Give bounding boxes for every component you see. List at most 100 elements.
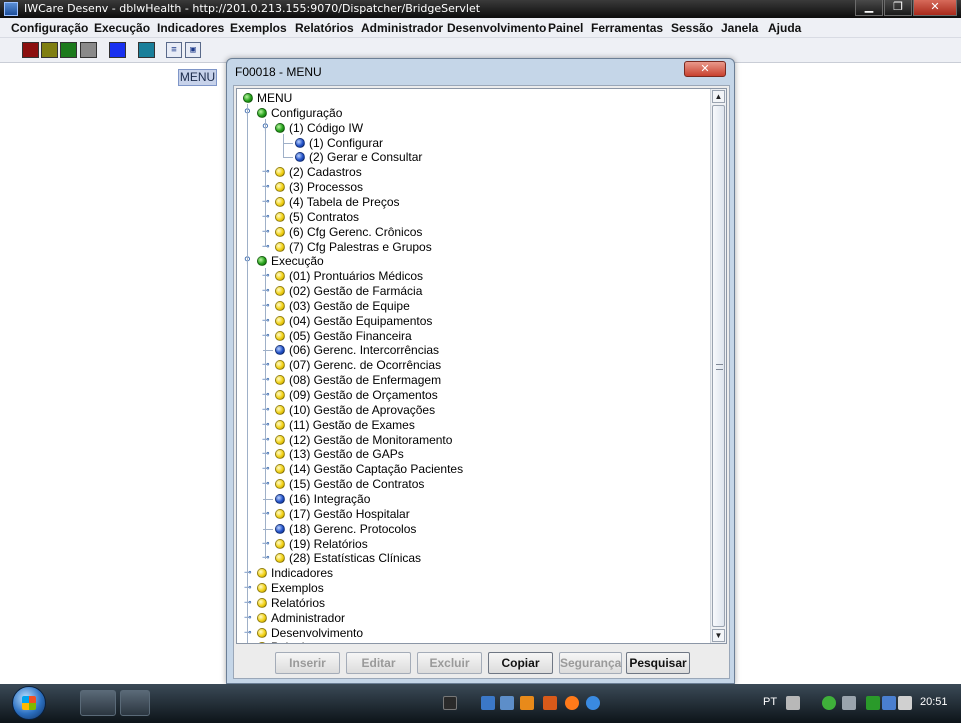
menu-desenvolvimento[interactable]: Desenvolvimento bbox=[447, 21, 546, 35]
start-button[interactable] bbox=[12, 686, 46, 720]
menu-administrador[interactable]: Administrador bbox=[361, 21, 443, 35]
scroll-thumb[interactable] bbox=[712, 105, 725, 627]
collapsed-handle-icon[interactable]: ⊸ bbox=[262, 183, 271, 192]
tree-node[interactable]: ⊸ Indicadores bbox=[237, 566, 707, 581]
volume-icon[interactable] bbox=[898, 696, 912, 710]
collapsed-handle-icon[interactable]: ⊸ bbox=[262, 391, 271, 400]
tree-node[interactable]: (18) Gerenc. Protocolos bbox=[237, 522, 707, 537]
tree-node[interactable]: ⊸ Relatórios bbox=[237, 596, 707, 611]
close-button[interactable]: ✕ bbox=[913, 0, 957, 16]
tree-node[interactable]: (2) Gerar e Consultar bbox=[237, 150, 707, 165]
menu-sessao[interactable]: Sessão bbox=[671, 21, 713, 35]
desktop-icon[interactable] bbox=[481, 696, 495, 710]
language-indicator[interactable]: PT bbox=[763, 696, 777, 708]
collapsed-handle-icon[interactable]: ⊸ bbox=[262, 480, 271, 489]
menu-configuracao[interactable]: Configuração bbox=[11, 21, 88, 35]
tree-node[interactable]: ⊸ (02) Gestão de Farmácia bbox=[237, 284, 707, 299]
keyboard-icon[interactable] bbox=[786, 696, 800, 710]
tree-view-icon[interactable]: ≡ bbox=[166, 42, 182, 58]
expanded-handle-icon[interactable]: ⚲ bbox=[244, 257, 253, 266]
dialog-close-button[interactable]: ✕ bbox=[684, 61, 726, 77]
color-swatch-5[interactable] bbox=[109, 42, 126, 58]
tree-node[interactable]: ⊸ (3) Processos bbox=[237, 180, 707, 195]
tree-node[interactable]: ⊸ Exemplos bbox=[237, 581, 707, 596]
firefox-icon[interactable] bbox=[565, 696, 579, 710]
collapsed-handle-icon[interactable]: ⊸ bbox=[244, 569, 253, 578]
copiar-button[interactable]: Copiar bbox=[488, 652, 553, 674]
menu-ferramentas[interactable]: Ferramentas bbox=[591, 21, 663, 35]
taskbar-app-window[interactable] bbox=[120, 690, 150, 716]
collapsed-handle-icon[interactable]: ⊸ bbox=[262, 554, 271, 563]
security-icon[interactable] bbox=[822, 696, 836, 710]
vertical-scrollbar[interactable]: ▲ ▼ bbox=[710, 89, 726, 643]
collapsed-handle-icon[interactable]: ⊸ bbox=[262, 509, 271, 518]
menu-exemplos[interactable]: Exemplos bbox=[230, 21, 287, 35]
desktop-menu-label[interactable]: MENU bbox=[178, 69, 217, 86]
color-swatch-4[interactable] bbox=[80, 42, 97, 58]
tree-node[interactable]: ⊸ (14) Gestão Captação Pacientes bbox=[237, 462, 707, 477]
tree-node[interactable]: ⊸Painel bbox=[237, 640, 707, 643]
tree-node[interactable]: (1) Configurar bbox=[237, 136, 707, 151]
cascade-windows-icon[interactable]: ▣ bbox=[185, 42, 201, 58]
tree-node[interactable]: (06) Gerenc. Intercorrências bbox=[237, 343, 707, 358]
menu-janela[interactable]: Janela bbox=[721, 21, 758, 35]
tray-app-icon[interactable] bbox=[842, 696, 856, 710]
menu-indicadores[interactable]: Indicadores bbox=[157, 21, 224, 35]
media-player-icon[interactable] bbox=[520, 696, 534, 710]
minimize-button[interactable]: ▁ bbox=[855, 0, 883, 16]
collapsed-handle-icon[interactable]: ⊸ bbox=[262, 287, 271, 296]
taskbar-app-java[interactable] bbox=[80, 690, 116, 716]
inserir-button[interactable]: Inserir bbox=[275, 652, 340, 674]
tree-node[interactable]: ⊸ (15) Gestão de Contratos bbox=[237, 477, 707, 492]
collapsed-handle-icon[interactable]: ⊸ bbox=[262, 272, 271, 281]
collapsed-handle-icon[interactable]: ⊸ bbox=[262, 450, 271, 459]
seguranca-button[interactable]: Segurança bbox=[559, 652, 622, 674]
tree-node[interactable]: ⊸ (5) Contratos bbox=[237, 210, 707, 225]
collapsed-handle-icon[interactable]: ⊸ bbox=[262, 168, 271, 177]
collapsed-handle-icon[interactable]: ⊸ bbox=[262, 242, 271, 251]
collapsed-handle-icon[interactable]: ⊸ bbox=[262, 405, 271, 414]
tree-node[interactable]: ⊸ (11) Gestão de Exames bbox=[237, 418, 707, 433]
expanded-handle-icon[interactable]: ⚲ bbox=[244, 108, 253, 117]
tree-node[interactable]: ⊸ (6) Cfg Gerenc. Crônicos bbox=[237, 225, 707, 240]
tree-node[interactable]: ⊸ (4) Tabela de Preços bbox=[237, 195, 707, 210]
tree-node[interactable]: ⚲ Execução bbox=[237, 254, 707, 269]
tree-node[interactable]: ⊸ (07) Gerenc. de Ocorrências bbox=[237, 358, 707, 373]
menu-execucao[interactable]: Execução bbox=[94, 21, 150, 35]
collapsed-handle-icon[interactable]: ⊸ bbox=[262, 465, 271, 474]
expanded-handle-icon[interactable]: ⚲ bbox=[262, 123, 271, 132]
scroll-up-arrow-icon[interactable]: ▲ bbox=[712, 90, 725, 103]
color-swatch-6[interactable] bbox=[138, 42, 155, 58]
tree-node[interactable]: ⊸ (03) Gestão de Equipe bbox=[237, 299, 707, 314]
maximize-button[interactable]: ❐ bbox=[884, 0, 912, 16]
tree-node[interactable]: ⊸ (12) Gestão de Monitoramento bbox=[237, 433, 707, 448]
tree-node[interactable]: ⊸ (28) Estatísticas Clínicas bbox=[237, 551, 707, 566]
tree-node[interactable]: ⊸ (05) Gestão Financeira bbox=[237, 329, 707, 344]
menu-relatorios[interactable]: Relatórios bbox=[295, 21, 354, 35]
collapsed-handle-icon[interactable]: ⊸ bbox=[262, 316, 271, 325]
tree-node[interactable]: ⊸ Administrador bbox=[237, 611, 707, 626]
collapsed-handle-icon[interactable]: ⊸ bbox=[262, 301, 271, 310]
scroll-down-arrow-icon[interactable]: ▼ bbox=[712, 629, 725, 642]
menu-ajuda[interactable]: Ajuda bbox=[768, 21, 801, 35]
tree-node[interactable]: ⊸ (04) Gestão Equipamentos bbox=[237, 314, 707, 329]
tree-node[interactable]: ⚲ (1) Código IW bbox=[237, 121, 707, 136]
tree-node[interactable]: MENU bbox=[237, 91, 707, 106]
tree-node[interactable]: ⊸ (13) Gestão de GAPs bbox=[237, 447, 707, 462]
collapsed-handle-icon[interactable]: ⊸ bbox=[262, 197, 271, 206]
tree-node[interactable]: ⊸ (01) Prontuários Médicos bbox=[237, 269, 707, 284]
monitor-icon[interactable] bbox=[882, 696, 896, 710]
tree-node[interactable]: ⊸ (2) Cadastros bbox=[237, 165, 707, 180]
tree-node[interactable]: ⊸ (7) Cfg Palestras e Grupos bbox=[237, 240, 707, 255]
collapsed-handle-icon[interactable]: ⊸ bbox=[262, 420, 271, 429]
color-swatch-3[interactable] bbox=[60, 42, 77, 58]
collapsed-handle-icon[interactable]: ⊸ bbox=[262, 361, 271, 370]
collapsed-handle-icon[interactable]: ⊸ bbox=[262, 331, 271, 340]
ie-icon[interactable] bbox=[586, 696, 600, 710]
tree-node[interactable]: ⊸ (08) Gestão de Enfermagem bbox=[237, 373, 707, 388]
collapsed-handle-icon[interactable]: ⊸ bbox=[244, 598, 253, 607]
screen-icon[interactable] bbox=[500, 696, 514, 710]
collapsed-handle-icon[interactable]: ⊸ bbox=[262, 227, 271, 236]
network-icon[interactable] bbox=[866, 696, 880, 710]
tree-node[interactable]: ⊸ Desenvolvimento bbox=[237, 626, 707, 641]
